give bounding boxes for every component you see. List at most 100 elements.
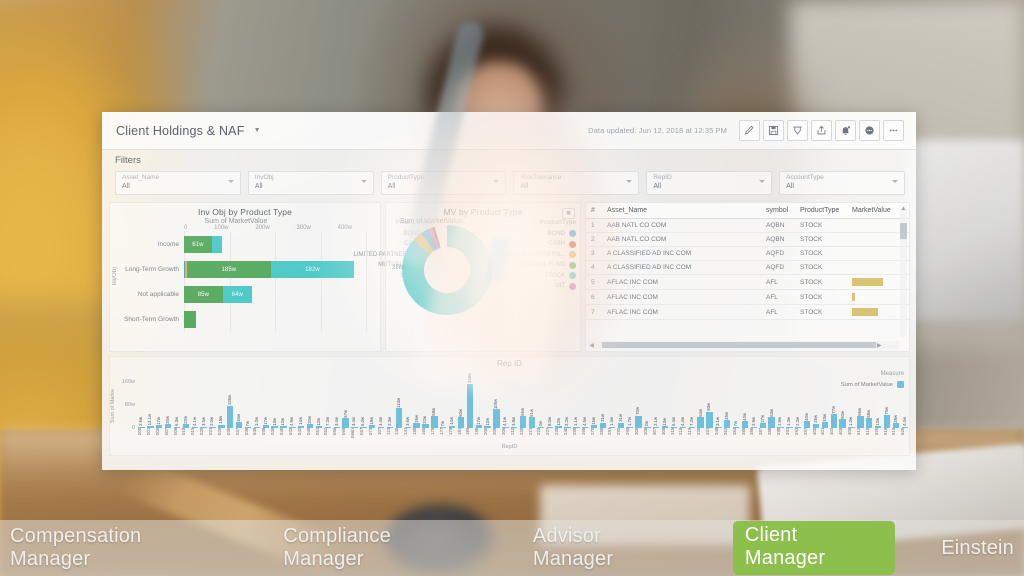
table-row[interactable]: 1 AAB NATL CO COM AQBN STOCK: [586, 218, 909, 233]
cell-product-type: STOCK: [795, 289, 847, 305]
bar[interactable]: 105w: [492, 399, 501, 428]
bar-segment[interactable]: [184, 311, 196, 328]
bar[interactable]: 75w: [883, 407, 892, 428]
table-row[interactable]: 7 AFLAC INC COM AFL STOCK: [586, 304, 909, 320]
more-button[interactable]: [883, 120, 904, 141]
cell-product-type: STOCK: [795, 218, 847, 233]
bar[interactable]: 93w: [705, 403, 714, 428]
bell-icon: [842, 126, 851, 135]
table-horizontal-scrollbar[interactable]: ◀ ▶: [588, 341, 899, 349]
nav-item-advisor-manager[interactable]: Advisor Manager: [523, 522, 697, 574]
filter-invobj[interactable]: InvObj All: [247, 171, 374, 195]
filter-accounttype[interactable]: AccountType All: [779, 171, 905, 195]
bar-row[interactable]: Not applicable 85w 64w: [118, 282, 354, 307]
column-header-symbol[interactable]: symbol: [761, 203, 795, 219]
x-axis-label: 306: [634, 428, 639, 436]
filter-asset-name[interactable]: Asset_Name All: [115, 171, 241, 195]
x-axis-label: 387: [758, 428, 764, 436]
filter-producttype[interactable]: ProductType All: [380, 171, 507, 195]
x-axis-label: RepID: [501, 444, 518, 450]
legend-item[interactable]: BOND: [498, 230, 576, 237]
bar[interactable]: 57w: [341, 410, 350, 428]
bar[interactable]: 66w: [856, 408, 865, 428]
nav-item-einstein[interactable]: Einstein: [931, 534, 1024, 563]
holdings-data-table[interactable]: # Asset_Name symbol ProductType MarketVa…: [585, 202, 910, 352]
chevron-down-icon[interactable]: [227, 180, 234, 183]
legend-item[interactable]: CASH: [498, 240, 576, 248]
inv-obj-by-product-type-chart[interactable]: Inv Obj by Product Type InvObj Sum of Ma…: [109, 202, 432, 352]
bar-segment[interactable]: [211, 236, 222, 253]
chevron-down-icon[interactable]: [891, 180, 898, 183]
table-row[interactable]: 2 AAB NATL CO COM AQBN STOCK: [586, 232, 909, 247]
cell-symbol: AFL: [761, 274, 795, 290]
table-vertical-scrollbar[interactable]: ▲: [900, 205, 907, 337]
bar[interactable]: 126w: [226, 395, 235, 428]
bar-row[interactable]: Income 61w: [118, 232, 354, 257]
chevron-down-icon[interactable]: [759, 180, 766, 183]
mv-by-product-type-chart[interactable]: MV by Product Type ■ Sum of MarketValue …: [385, 202, 581, 352]
chevron-down-icon[interactable]: ▼: [254, 127, 261, 134]
bar[interactable]: 61w: [528, 409, 537, 428]
bar-segment[interactable]: 85w: [184, 286, 223, 303]
legend-item-label: CASH: [548, 241, 565, 247]
bar-segment[interactable]: 182w: [271, 261, 354, 278]
bar[interactable]: 40w: [803, 413, 812, 428]
bar-segment[interactable]: 185w: [186, 261, 272, 278]
legend-item[interactable]: LIMITED PARTNERS...: [498, 251, 576, 258]
chevron-down-icon[interactable]: [493, 180, 500, 183]
chevron-down-icon[interactable]: [360, 180, 367, 183]
chevron-down-icon[interactable]: [626, 180, 633, 183]
share-button[interactable]: [811, 120, 832, 141]
nav-item-compliance-manager[interactable]: Compliance Manager: [273, 522, 487, 574]
scroll-up-icon[interactable]: ▲: [900, 205, 907, 213]
save-button[interactable]: [763, 120, 784, 141]
bar[interactable]: 50w: [838, 411, 847, 428]
filter-risktolerance[interactable]: RiskTolerance All: [513, 171, 640, 195]
bar[interactable]: 249w: [465, 373, 474, 428]
nav-item-compensation-manager[interactable]: Compensation Manager: [0, 522, 237, 574]
nav-item-client-manager[interactable]: Client Manager: [732, 521, 896, 575]
column-header-number[interactable]: #: [586, 203, 602, 219]
legend-item[interactable]: MUTUAL FUND: [498, 261, 576, 269]
scroll-thumb[interactable]: [900, 223, 907, 239]
table-row[interactable]: 5 AFLAC INC COM AFL STOCK: [586, 274, 909, 290]
bar[interactable]: 63w: [767, 409, 776, 428]
bar[interactable]: 40w: [741, 413, 750, 428]
notifications-button[interactable]: [835, 120, 856, 141]
bar-row[interactable]: Long-Term Growth 185w 182w: [118, 257, 354, 282]
bar[interactable]: 58w: [865, 410, 874, 428]
scroll-left-icon[interactable]: ◀: [588, 342, 595, 349]
bar[interactable]: 66w: [519, 408, 528, 428]
bar[interactable]: 60w: [457, 409, 466, 428]
table-row[interactable]: 4A CLASSIFIED AD INC COM AQFD STOCK: [586, 260, 909, 275]
filter-repid[interactable]: RepID All: [646, 171, 773, 195]
x-axis-label: 205: [492, 428, 497, 436]
kebab-menu-icon[interactable]: ■: [562, 208, 575, 219]
table-body: 1 AAB NATL CO COM AQBN STOCK 2 AAB NATL CO CO…: [586, 218, 909, 320]
bar[interactable]: 68w: [430, 408, 439, 428]
bar-value-label: 14w: [298, 417, 304, 426]
bar-segment[interactable]: 61w: [184, 236, 212, 253]
scroll-right-icon[interactable]: ▶: [876, 342, 883, 349]
legend-item[interactable]: STOCK: [498, 272, 576, 279]
rep-id-chart[interactable]: Rep ID Sum of Marke 0 80w 160w 2.6w 13.1w 17…: [109, 356, 910, 456]
table-row[interactable]: 6 AFLAC INC COM AFL STOCK: [586, 289, 909, 305]
bar[interactable]: 77w: [829, 406, 838, 428]
bar[interactable]: 64w: [696, 409, 705, 428]
bar-segment[interactable]: 64w: [222, 286, 252, 303]
bar-row[interactable]: Short-Term Growth: [118, 307, 354, 332]
column-header-asset-name[interactable]: Asset_Name: [602, 203, 761, 219]
table-row[interactable]: 3A CLASSIFIED AD INC COM AQFD STOCK: [586, 246, 909, 261]
bar[interactable]: 70w: [634, 407, 643, 428]
pencil-icon: [744, 125, 754, 135]
edit-button[interactable]: [739, 120, 760, 141]
scroll-thumb-horizontal[interactable]: [602, 342, 876, 348]
subscribe-button[interactable]: [787, 120, 808, 141]
bar[interactable]: 113w: [394, 398, 403, 428]
chat-button[interactable]: [859, 120, 880, 141]
column-header-product-type[interactable]: ProductType: [795, 203, 847, 219]
bar-value-label: 2.6w: [138, 417, 144, 426]
legend-item-label: LIMITED PARTNERS...: [502, 251, 565, 258]
bar[interactable]: 45w: [723, 412, 732, 428]
legend-item[interactable]: UIT: [498, 282, 576, 290]
